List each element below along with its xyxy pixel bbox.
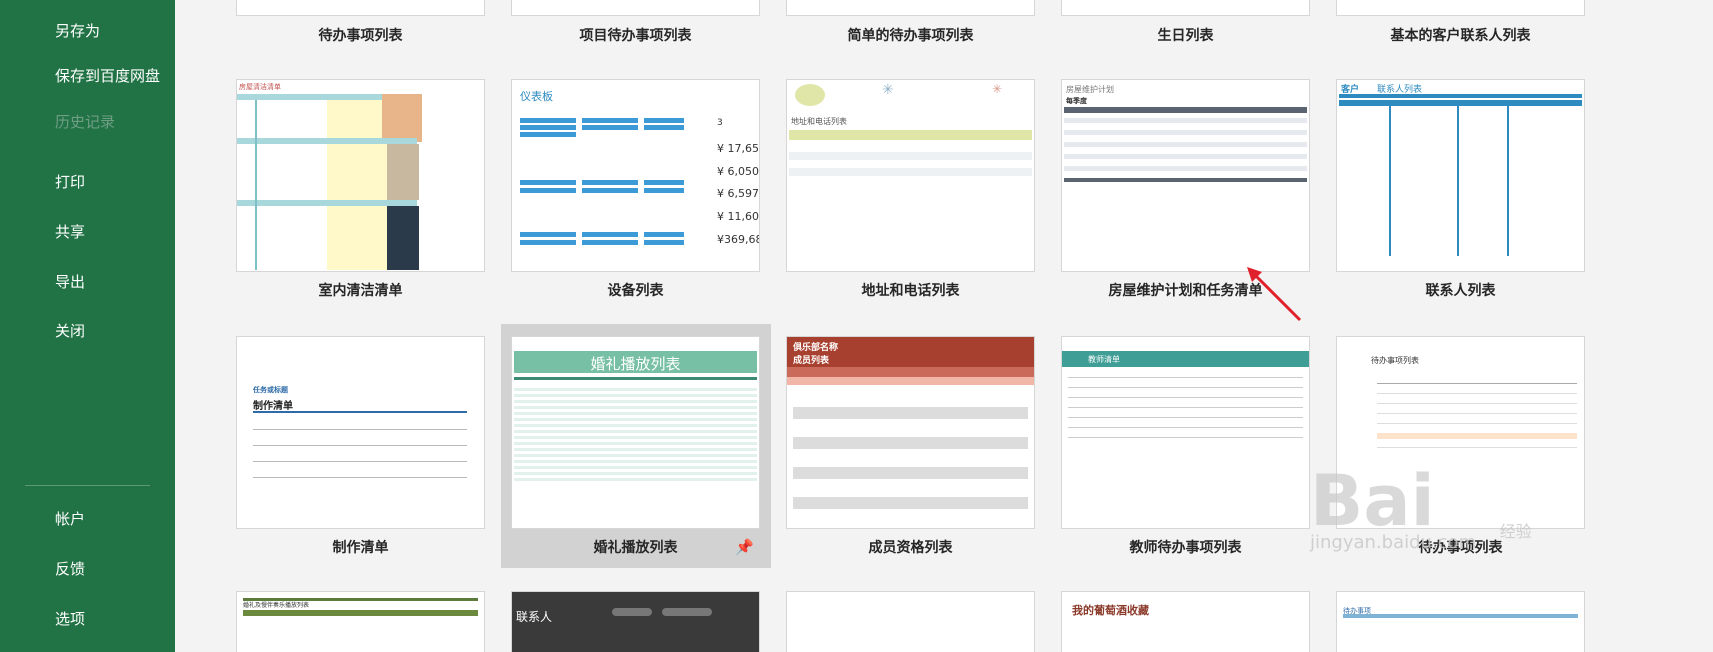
baidu-watermark: Bai 经验 jingyan.baidu.com: [1310, 460, 1532, 553]
annotation-arrow: [1247, 267, 1302, 322]
